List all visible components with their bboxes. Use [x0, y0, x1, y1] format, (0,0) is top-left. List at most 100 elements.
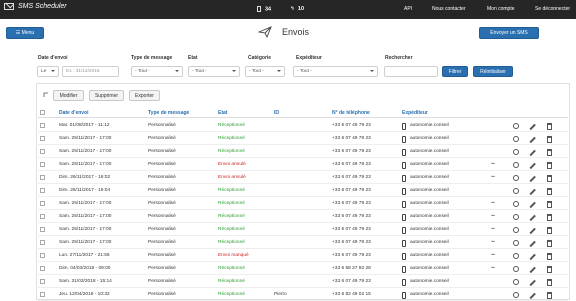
send-sms-button[interactable]: Envoyer un SMS	[479, 27, 539, 39]
more-icon[interactable]: •••	[491, 214, 495, 219]
trash-icon[interactable]	[547, 188, 552, 195]
clock-icon[interactable]	[513, 188, 519, 194]
row-checkbox[interactable]	[40, 253, 45, 258]
nav-logout[interactable]: Se déconnecter	[535, 6, 570, 12]
table-row[interactable]: Sam. 31/03/2018 - 15:14 Personnalisé Récep…	[38, 276, 568, 288]
category-select[interactable]: - Tout -	[245, 66, 285, 77]
row-checkbox[interactable]	[40, 214, 45, 219]
clock-icon[interactable]	[513, 214, 519, 220]
clock-icon[interactable]	[513, 240, 519, 246]
clock-icon[interactable]	[513, 227, 519, 233]
col-etat[interactable]: Etat	[218, 110, 227, 116]
row-checkbox[interactable]	[40, 123, 45, 128]
table-row[interactable]: Sam. 25/11/2017 - 17:00 Personnalisé Récep…	[38, 146, 568, 158]
pencil-icon[interactable]	[529, 149, 536, 156]
trash-icon[interactable]	[547, 279, 552, 286]
nav-account[interactable]: Mon compte	[487, 6, 515, 12]
trash-icon[interactable]	[547, 227, 552, 234]
trash-icon[interactable]	[547, 175, 552, 182]
search-input[interactable]	[384, 66, 438, 77]
table-row[interactable]: Dim. 04/03/2018 - 09:00 Personnalisé Récep…	[38, 263, 568, 275]
col-id[interactable]: ID	[274, 110, 279, 116]
more-icon[interactable]: •••	[491, 266, 495, 271]
row-checkbox[interactable]	[40, 188, 45, 193]
date-input[interactable]: Ex : 31/12/2016	[62, 66, 119, 77]
trash-icon[interactable]	[547, 149, 552, 156]
clock-icon[interactable]	[513, 162, 519, 168]
clock-icon[interactable]	[513, 136, 519, 142]
trash-icon[interactable]	[547, 292, 552, 299]
type-select[interactable]: - Tout -	[131, 66, 183, 77]
row-checkbox[interactable]	[40, 136, 45, 141]
pencil-icon[interactable]	[529, 214, 536, 221]
pencil-icon[interactable]	[529, 162, 536, 169]
row-checkbox[interactable]	[40, 240, 45, 245]
clock-icon[interactable]	[513, 279, 519, 285]
trash-icon[interactable]	[547, 123, 552, 130]
sender-select[interactable]: - Tout -	[293, 66, 378, 77]
clock-icon[interactable]	[513, 175, 519, 181]
export-button[interactable]: Exporter	[129, 90, 160, 101]
col-date[interactable]: Date d'envoi	[59, 110, 89, 116]
row-checkbox[interactable]	[40, 227, 45, 232]
trash-icon[interactable]	[547, 266, 552, 273]
col-phone[interactable]: N° de téléphone	[332, 110, 370, 116]
pencil-icon[interactable]	[529, 253, 536, 260]
date-operator-select[interactable]: Le	[37, 66, 59, 77]
trash-icon[interactable]	[547, 162, 552, 169]
pencil-icon[interactable]	[529, 136, 536, 143]
pencil-icon[interactable]	[529, 123, 536, 130]
table-row[interactable]: Sam. 25/11/2017 - 17:00 Personnalisé Récep…	[38, 198, 568, 210]
nav-contact[interactable]: Nous contacter	[432, 6, 466, 12]
trash-icon[interactable]	[547, 253, 552, 260]
pencil-icon[interactable]	[529, 201, 536, 208]
clock-icon[interactable]	[513, 292, 519, 298]
select-all-checkbox[interactable]	[40, 110, 45, 115]
clock-icon[interactable]	[513, 201, 519, 207]
clock-icon[interactable]	[513, 149, 519, 155]
pencil-icon[interactable]	[529, 292, 536, 299]
brand[interactable]: SMS Scheduler	[4, 3, 67, 10]
pencil-icon[interactable]	[529, 227, 536, 234]
etat-select[interactable]: - Tout -	[188, 66, 240, 77]
table-row[interactable]: Sam. 25/11/2017 - 17:00 Personnalisé Récep…	[38, 237, 568, 249]
menu-button[interactable]: ☰ Menu	[6, 27, 44, 39]
table-row[interactable]: Dim. 26/11/2017 - 16:04 Personnalisé Récep…	[38, 185, 568, 197]
delete-button[interactable]: Supprimer	[89, 90, 124, 101]
more-icon[interactable]: •••	[491, 201, 495, 206]
clock-icon[interactable]	[513, 253, 519, 259]
more-icon[interactable]: •••	[491, 227, 495, 232]
pencil-icon[interactable]	[529, 188, 536, 195]
pencil-icon[interactable]	[529, 175, 536, 182]
table-row[interactable]: Dim. 26/11/2017 - 16:02 Personnalisé Envoi…	[38, 172, 568, 184]
table-row[interactable]: Sam. 25/11/2017 - 17:00 Personnalisé Récep…	[38, 224, 568, 236]
row-checkbox[interactable]	[40, 149, 45, 154]
nav-api[interactable]: API	[404, 6, 412, 12]
filter-button[interactable]: Filtrer	[442, 66, 468, 77]
row-checkbox[interactable]	[40, 201, 45, 206]
trash-icon[interactable]	[547, 214, 552, 221]
more-icon[interactable]: •••	[491, 162, 495, 167]
table-row[interactable]: Lun. 27/11/2017 - 21:55 Personnalisé Envoi…	[38, 250, 568, 262]
table-row[interactable]: Sam. 25/11/2017 - 17:00 Personnalisé Récep…	[38, 133, 568, 145]
pencil-icon[interactable]	[529, 240, 536, 247]
more-icon[interactable]: •••	[491, 175, 495, 180]
trash-icon[interactable]	[547, 136, 552, 143]
pencil-icon[interactable]	[529, 279, 536, 286]
row-checkbox[interactable]	[40, 279, 45, 284]
row-checkbox[interactable]	[40, 292, 45, 297]
more-icon[interactable]: •••	[491, 240, 495, 245]
clock-icon[interactable]	[513, 123, 519, 129]
reset-button[interactable]: Réinitialiser	[473, 66, 513, 77]
trash-icon[interactable]	[547, 240, 552, 247]
col-sender[interactable]: Expéditeur	[402, 110, 428, 116]
table-row[interactable]: Sam. 25/11/2017 - 17:00 Personnalisé Récep…	[38, 211, 568, 223]
more-icon[interactable]: •••	[491, 253, 495, 258]
table-row[interactable]: Mar. 01/08/2017 - 11:12 Personnalisé Récep…	[38, 120, 568, 132]
row-checkbox[interactable]	[40, 175, 45, 180]
row-checkbox[interactable]	[40, 266, 45, 271]
col-type[interactable]: Type de message	[148, 110, 189, 116]
modify-button[interactable]: Modifier	[53, 90, 84, 101]
pencil-icon[interactable]	[529, 266, 536, 273]
table-row[interactable]: Sam. 25/11/2017 - 17:00 Personnalisé Envoi…	[38, 159, 568, 171]
